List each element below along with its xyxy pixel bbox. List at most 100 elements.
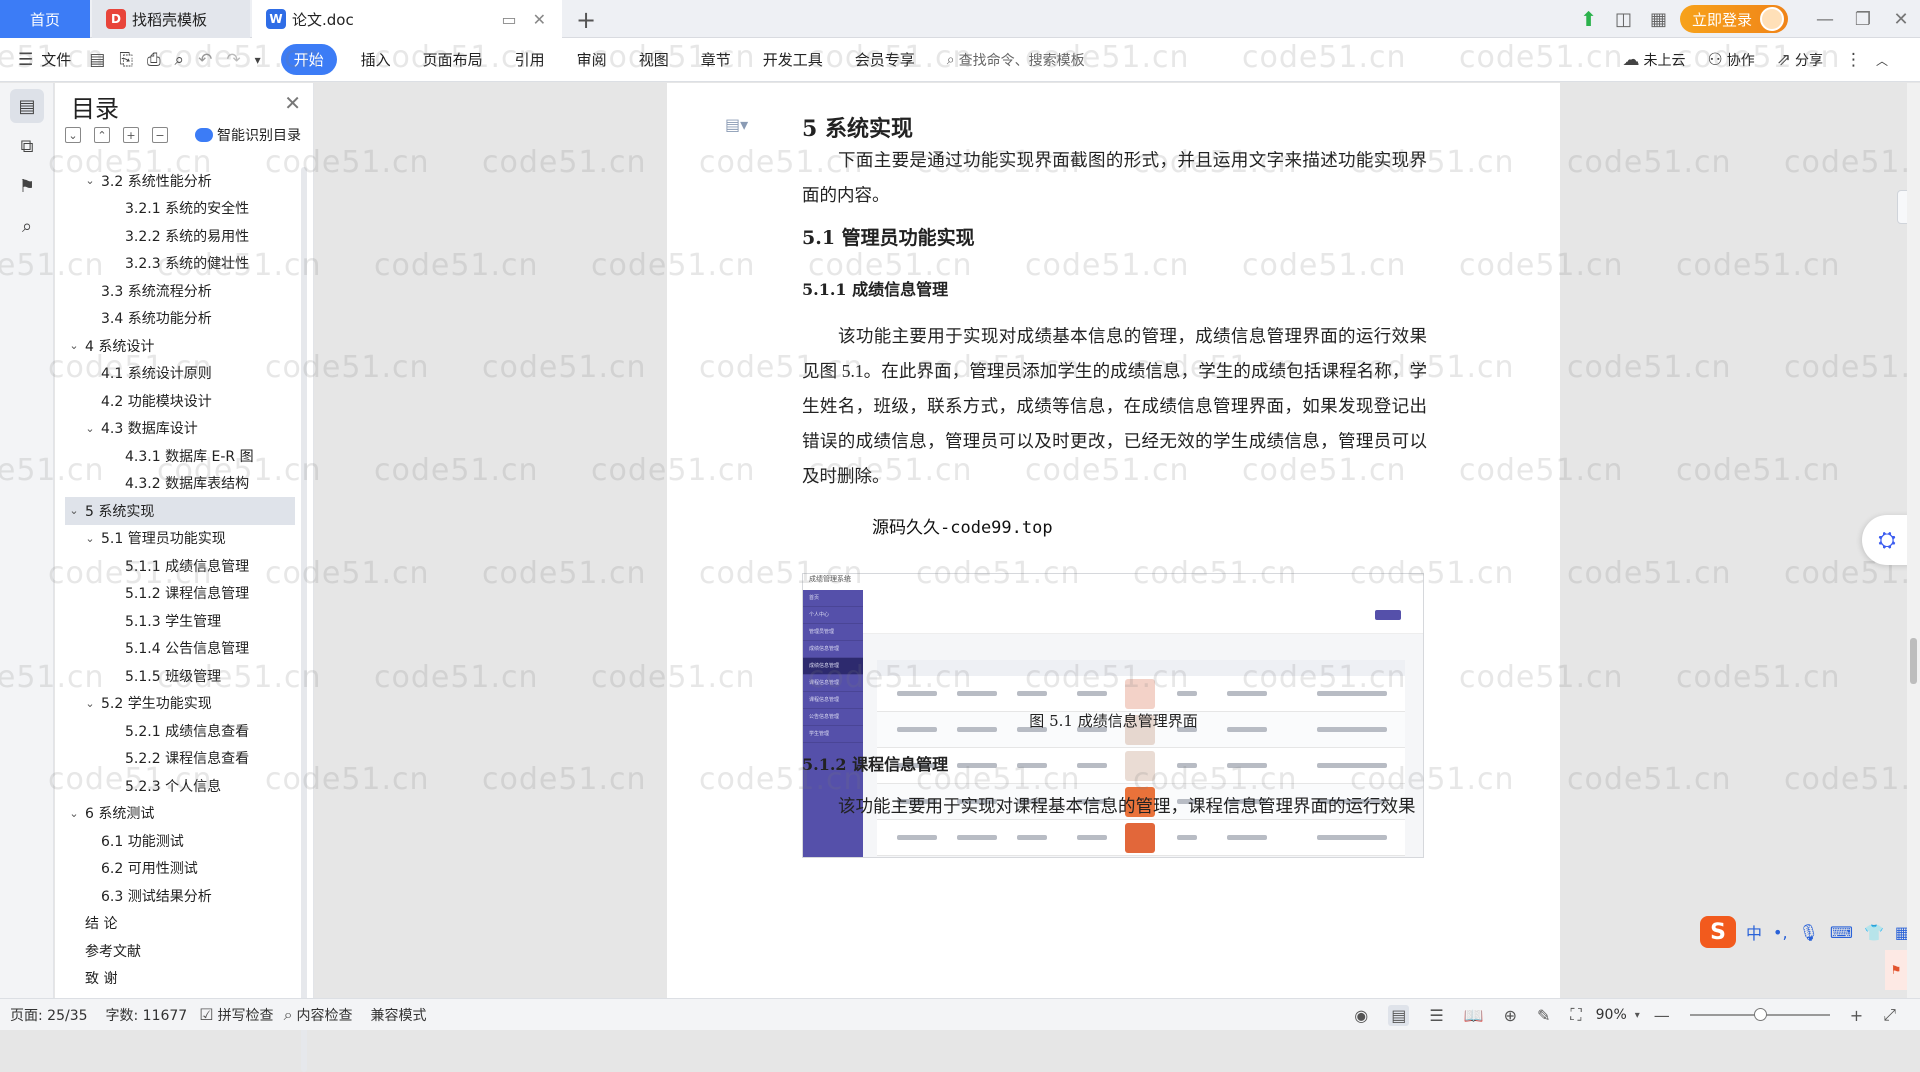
redo-icon[interactable]: ↷ (226, 50, 240, 70)
toc-item[interactable]: 6.3 测试结果分析 (65, 882, 295, 910)
tab-home[interactable]: 首页 (0, 0, 90, 38)
menu-page-layout[interactable]: 页面布局 (423, 49, 483, 70)
toc-item[interactable]: 4.3.2 数据库表结构 (65, 470, 295, 498)
fit-page-icon[interactable]: ⛶ (1570, 1005, 1581, 1025)
smart-toc-button[interactable]: 智能识别目录 (195, 125, 301, 145)
toc-item[interactable]: ⌄ 4 系统设计 (65, 332, 295, 360)
screen-icon[interactable]: ▭ (501, 10, 516, 29)
find-icon[interactable]: ⌕ (10, 209, 44, 243)
toc-item[interactable]: 6.1 功能测试 (65, 827, 295, 855)
undo-icon[interactable]: ↶ (198, 50, 212, 70)
filter-icon[interactable]: ▽ (1897, 190, 1907, 224)
zoom-in-icon[interactable]: + (1850, 1006, 1863, 1025)
add-entry-icon[interactable]: + (123, 127, 139, 143)
toc-item[interactable]: 3.2.2 系统的易用性 (65, 222, 295, 250)
zoom-slider[interactable] (1689, 1008, 1830, 1021)
grid-icon[interactable]: ▦ (1650, 9, 1667, 30)
chevron-down-icon[interactable]: ▾ (1635, 1010, 1640, 1021)
menu-reference[interactable]: 引用 (515, 49, 545, 70)
toc-item[interactable]: 4.2 功能模块设计 (65, 387, 295, 415)
page-view-icon[interactable]: ▤ (1388, 1004, 1410, 1026)
login-button[interactable]: 立即登录 (1679, 5, 1788, 33)
spell-check-button[interactable]: 拼写检查 (218, 1005, 274, 1025)
keyboard-icon[interactable]: ⌨ (1830, 923, 1853, 942)
save-icon[interactable]: ▤ (89, 50, 105, 70)
toc-item[interactable]: ⌄ 4.3 数据库设计 (65, 415, 295, 443)
toc-item[interactable]: 3.2.1 系统的安全性 (65, 195, 295, 223)
collab-button[interactable]: 协作 (1727, 50, 1755, 70)
command-search[interactable]: ⌕ 查找命令、搜索模板 (947, 50, 1085, 70)
toc-item[interactable]: 致 谢 (65, 965, 295, 993)
toc-item[interactable]: 5.2.2 课程信息查看 (65, 745, 295, 773)
tab-templates[interactable]: D 找稻壳模板 (92, 0, 250, 38)
chevron-down-icon[interactable]: ⌄ (83, 174, 97, 187)
fullscreen-icon[interactable]: ⤢ (1883, 1005, 1896, 1025)
new-tab-button[interactable]: + (576, 6, 596, 34)
document-page[interactable]: ▤▾ 5 系统实现 下面主要是通过功能实现界面截图的形式，并且运用文字来描述功能… (667, 83, 1560, 998)
chevron-down-icon[interactable]: ⌄ (83, 422, 97, 435)
page-menu-icon[interactable]: ▤▾ (725, 115, 748, 134)
menu-view[interactable]: 视图 (639, 49, 669, 70)
toc-item[interactable]: 6.2 可用性测试 (65, 855, 295, 883)
skin-icon[interactable]: 👕 (1864, 923, 1884, 942)
menu-insert[interactable]: 插入 (361, 49, 391, 70)
toc-item[interactable]: ⌄ 5 系统实现 (65, 497, 295, 525)
page-counter[interactable]: 页面: 25/35 (10, 1005, 88, 1025)
toc-item[interactable]: 5.2.3 个人信息 (65, 772, 295, 800)
content-check-button[interactable]: 内容检查 (297, 1005, 353, 1025)
toc-item[interactable]: ⌄ 3.2 系统性能分析 (65, 167, 295, 195)
toc-item[interactable]: ⌄ 5.2 学生功能实现 (65, 690, 295, 718)
toc-item[interactable]: 3.4 系统功能分析 (65, 305, 295, 333)
scroll-thumb[interactable] (1910, 638, 1917, 684)
bookmark-icon[interactable]: ⚑ (10, 169, 44, 203)
share-button[interactable]: 分享 (1795, 50, 1823, 70)
menu-review[interactable]: 审阅 (577, 49, 607, 70)
toc-icon[interactable]: ▤ (10, 89, 44, 123)
menu-developer[interactable]: 开发工具 (763, 49, 823, 70)
feedback-icon[interactable]: ⚑ (1885, 950, 1907, 990)
pen-icon[interactable]: ✎ (1537, 1006, 1550, 1025)
menu-member[interactable]: 会员专享 (855, 49, 915, 70)
toc-item[interactable]: 参考文献 (65, 937, 295, 965)
ai-assistant-icon[interactable]: ⛭ (1862, 515, 1912, 565)
menu-file[interactable]: 文件 (41, 49, 71, 70)
preview-icon[interactable]: ⌕ (175, 50, 185, 70)
document-scrollbar[interactable] (1907, 83, 1920, 998)
toc-item[interactable]: 4.3.1 数据库 E-R 图 (65, 442, 295, 470)
toc-item[interactable]: ⌄ 5.1 管理员功能实现 (65, 525, 295, 553)
restore-icon[interactable]: ❐ (1844, 9, 1882, 30)
menu-start[interactable]: 开始 (280, 44, 337, 75)
eye-protection-icon[interactable]: ◉ (1354, 1006, 1368, 1025)
layout-icon[interactable]: ◫ (1615, 9, 1632, 30)
navigation-icon[interactable]: ⧉ (10, 129, 44, 163)
menu-section[interactable]: 章节 (701, 49, 731, 70)
hamburger-icon[interactable]: ☰ (18, 50, 33, 70)
toc-item[interactable]: 结 论 (65, 910, 295, 938)
remove-entry-icon[interactable]: − (152, 127, 168, 143)
ime-punct-icon[interactable]: •, (1773, 923, 1788, 942)
collapse-all-icon[interactable]: ⌃ (94, 127, 110, 143)
toc-item[interactable]: 5.1.1 成绩信息管理 (65, 552, 295, 580)
chevron-down-icon[interactable]: ⌄ (67, 807, 81, 820)
zoom-level[interactable]: 90% (1596, 1007, 1627, 1023)
web-view-icon[interactable]: ⊕ (1504, 1006, 1517, 1025)
toc-item[interactable]: 5.1.3 学生管理 (65, 607, 295, 635)
more-icon[interactable]: ⋮ (1845, 50, 1862, 70)
toc-item[interactable]: 5.1.2 课程信息管理 (65, 580, 295, 608)
toc-item[interactable]: 3.2.3 系统的健壮性 (65, 250, 295, 278)
close-window-icon[interactable]: ✕ (1882, 9, 1920, 30)
export-icon[interactable]: ⎘ (119, 50, 133, 70)
reading-view-icon[interactable]: 📖 (1464, 1006, 1484, 1025)
toc-item[interactable]: 5.1.4 公告信息管理 (65, 635, 295, 663)
toc-item[interactable]: 3.3 系统流程分析 (65, 277, 295, 305)
close-icon[interactable]: ✕ (284, 91, 301, 115)
expand-all-icon[interactable]: ⌄ (65, 127, 81, 143)
chevron-down-icon[interactable]: ⌄ (83, 697, 97, 710)
upload-icon[interactable]: ⬆ (1580, 7, 1597, 31)
collapse-ribbon-icon[interactable]: ︿ (1876, 52, 1888, 69)
toc-item[interactable]: 5.2.1 成绩信息查看 (65, 717, 295, 745)
tab-document[interactable]: W 论文.doc ▭ ✕ (252, 0, 562, 38)
toc-item[interactable]: 5.1.5 班级管理 (65, 662, 295, 690)
close-tab-icon[interactable]: ✕ (533, 10, 546, 29)
sogou-icon[interactable]: S (1700, 916, 1736, 948)
